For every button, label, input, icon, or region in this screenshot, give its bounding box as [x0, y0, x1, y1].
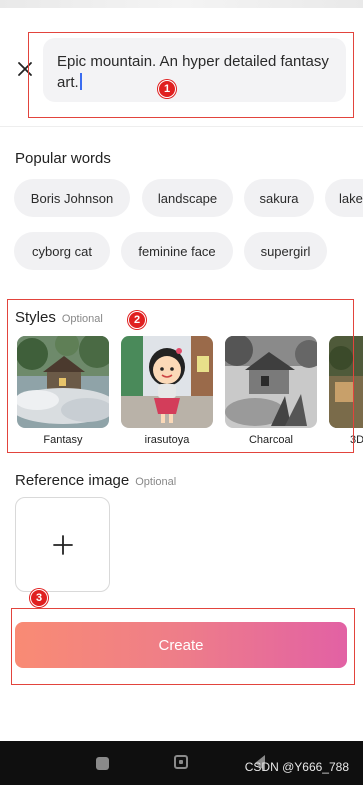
chip-cyborg-cat[interactable]: cyborg cat: [14, 232, 110, 270]
reference-optional: Optional: [135, 476, 177, 488]
reference-title-text: Reference image: [15, 472, 130, 489]
style-fantasy[interactable]: Fantasy: [17, 336, 109, 446]
popular-words-title: Popular words: [15, 150, 111, 167]
style-label: 3D: [350, 434, 363, 446]
3d-thumbnail: [329, 336, 363, 428]
home-icon[interactable]: [174, 755, 188, 769]
create-button-label: Create: [158, 636, 204, 654]
create-button[interactable]: Create: [15, 622, 347, 668]
plus-icon: [52, 534, 73, 555]
prompt-input[interactable]: Epic mountain. An hyper detailed fantasy…: [43, 38, 346, 102]
chip-boris-johnson[interactable]: Boris Johnson: [14, 179, 130, 217]
chip-label: landscape: [157, 190, 218, 206]
style-label: irasutoya: [144, 434, 190, 446]
watermark: CSDN @Y666_788: [244, 760, 349, 774]
style-3d[interactable]: 3D: [329, 336, 363, 446]
recent-apps-icon[interactable]: [96, 757, 109, 770]
chip-supergirl[interactable]: supergirl: [244, 232, 327, 270]
styles-title-text: Styles: [15, 309, 56, 326]
style-label: Charcoal: [248, 434, 294, 446]
text-cursor: [79, 73, 82, 90]
chip-feminine-face[interactable]: feminine face: [121, 232, 233, 270]
annotation-marker-3: 3: [30, 589, 48, 607]
style-charcoal[interactable]: Charcoal: [225, 336, 317, 446]
fantasy-thumbnail: [17, 336, 109, 428]
prompt-text: Epic mountain. An hyper detailed fantasy…: [57, 53, 329, 91]
status-bar-remnant: [0, 0, 363, 8]
style-irasutoya[interactable]: irasutoya: [121, 336, 213, 446]
styles-title: Styles Optional: [15, 309, 103, 326]
divider: [0, 126, 363, 127]
close-button[interactable]: [14, 58, 36, 80]
chip-label: supergirl: [260, 243, 311, 259]
chip-label: lake: [339, 190, 363, 206]
chip-landscape[interactable]: landscape: [142, 179, 233, 217]
chip-label: feminine face: [138, 243, 216, 259]
reference-title: Reference image Optional: [15, 472, 176, 489]
irasutoya-thumbnail: [121, 336, 213, 428]
add-reference-image-button[interactable]: [15, 497, 110, 592]
chip-label: Boris Johnson: [30, 190, 114, 206]
charcoal-thumbnail: [225, 336, 317, 428]
close-icon: [18, 62, 32, 76]
annotation-marker-2: 2: [128, 311, 146, 329]
annotation-marker-1: 1: [158, 80, 176, 98]
chip-sakura[interactable]: sakura: [244, 179, 314, 217]
chip-label: cyborg cat: [32, 243, 92, 259]
style-label: Fantasy: [43, 434, 83, 446]
chip-lake[interactable]: lake: [325, 179, 363, 217]
styles-optional: Optional: [61, 313, 103, 325]
chip-label: sakura: [259, 190, 299, 206]
